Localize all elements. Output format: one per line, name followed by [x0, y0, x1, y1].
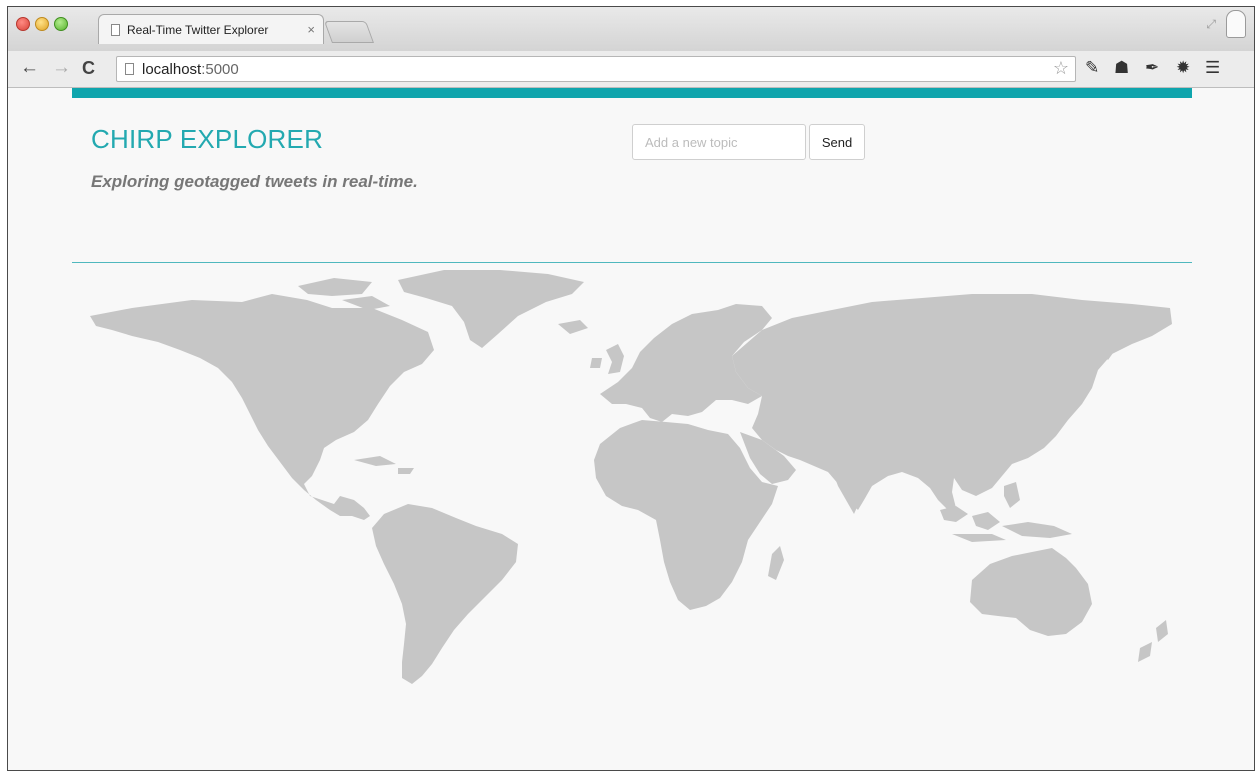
app-tagline: Exploring geotagged tweets in real-time.: [91, 172, 418, 191]
new-tab-button[interactable]: [323, 21, 375, 43]
south-america: [372, 504, 518, 684]
world-map: [90, 270, 1172, 684]
zoom-window-button[interactable]: [54, 17, 68, 31]
british-isles: [590, 344, 624, 374]
browser-tab[interactable]: Real-Time Twitter Explorer ×: [98, 14, 324, 44]
back-arrow-icon[interactable]: ←: [20, 57, 39, 79]
australia: [970, 548, 1092, 636]
send-button[interactable]: Send: [809, 124, 865, 160]
url-text[interactable]: localhost:5000: [142, 61, 239, 78]
close-window-button[interactable]: [16, 17, 30, 31]
browser-window: Real-Time Twitter Explorer × ⤢ ← → C loc…: [7, 6, 1255, 771]
page-icon: [125, 63, 134, 75]
header-divider: [72, 262, 1192, 263]
menu-icon[interactable]: ☰: [1205, 58, 1220, 78]
tab-title: Real-Time Twitter Explorer: [127, 23, 269, 37]
gear-icon[interactable]: ✹: [1176, 58, 1190, 78]
tab-close-icon[interactable]: ×: [307, 22, 315, 37]
madagascar: [768, 546, 784, 580]
minimize-window-button[interactable]: [35, 17, 49, 31]
caribbean-islands: [354, 456, 414, 474]
bookmark-star-icon[interactable]: ☆: [1053, 58, 1069, 79]
resize-icon[interactable]: ⤢: [1206, 17, 1216, 32]
profile-icon[interactable]: [1226, 10, 1246, 38]
page-icon: [111, 24, 120, 36]
url-host: localhost: [142, 61, 202, 78]
web-page: CHIRP EXPLORER Exploring geotagged tweet…: [8, 88, 1254, 770]
north-america: [90, 294, 434, 520]
iceland: [558, 320, 588, 334]
wrench-icon[interactable]: ✎: [1085, 58, 1099, 78]
incognito-icon[interactable]: ☗: [1114, 58, 1129, 78]
title-bar: Real-Time Twitter Explorer × ⤢: [8, 7, 1254, 51]
address-bar[interactable]: localhost:5000 ☆: [116, 56, 1076, 82]
browser-toolbar: ← → C localhost:5000 ☆ ✎ ☗ ✒ ✹ ☰: [8, 51, 1254, 88]
asia: [732, 294, 1172, 510]
new-zealand: [1138, 620, 1168, 662]
reload-icon[interactable]: C: [82, 57, 95, 79]
url-port: :5000: [201, 61, 239, 78]
pin-icon[interactable]: ✒: [1145, 58, 1159, 78]
topic-input[interactable]: [632, 124, 806, 160]
accent-bar: [72, 88, 1192, 98]
app-title: CHIRP EXPLORER: [91, 124, 324, 154]
forward-arrow-icon[interactable]: →: [52, 57, 71, 79]
southeast-asia-islands: [940, 482, 1072, 542]
